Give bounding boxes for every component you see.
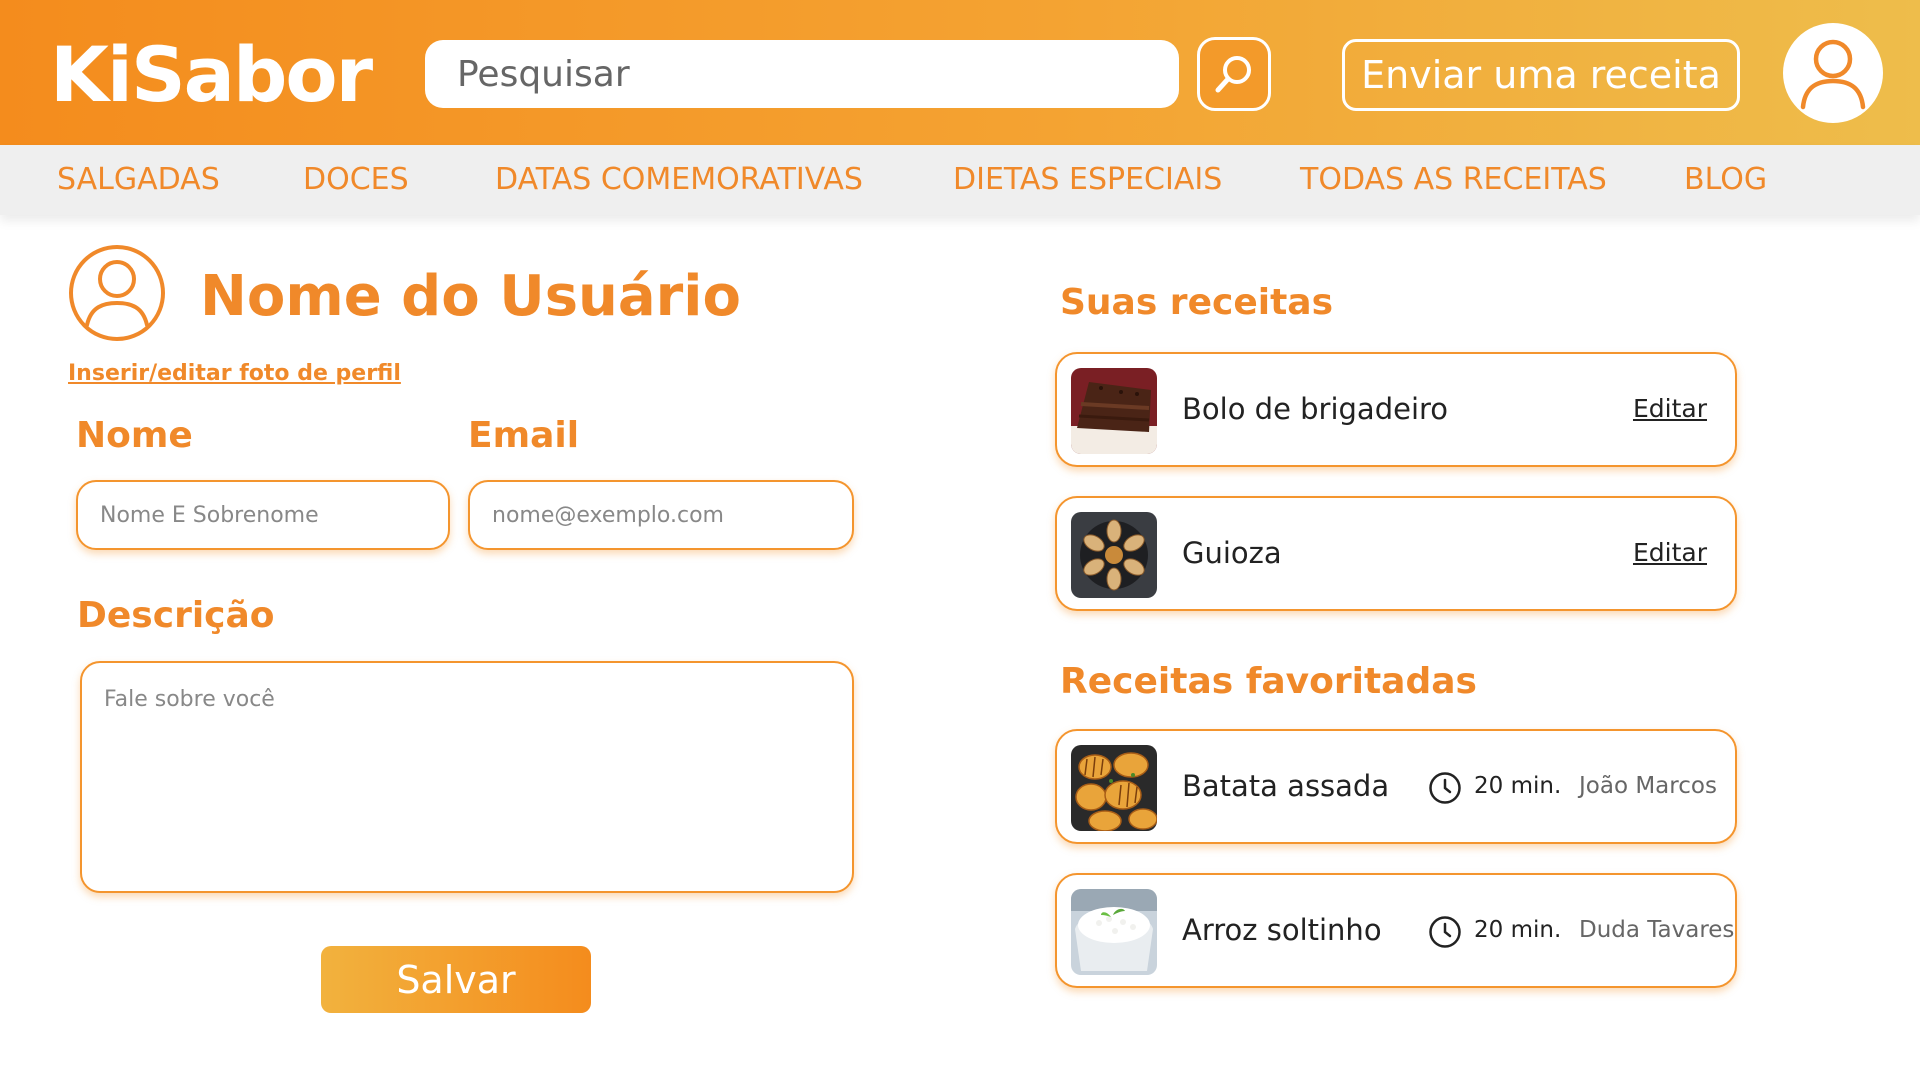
recipe-thumbnail [1071, 745, 1157, 831]
clock-icon [1429, 916, 1461, 948]
recipe-name: Batata assada [1182, 769, 1390, 803]
search-icon [1215, 56, 1251, 93]
my-recipes-title: Suas receitas [1060, 282, 1334, 323]
account-avatar-button[interactable] [1783, 23, 1883, 123]
send-recipe-button[interactable]: Enviar uma receita [1342, 39, 1740, 111]
edit-recipe-link[interactable]: Editar [1633, 354, 1707, 464]
nav-item-blog[interactable]: BLOG [1684, 145, 1767, 215]
category-nav: SALGADAS DOCES DATAS COMEMORATIVAS DIETA… [0, 145, 1920, 215]
profile-avatar-icon [69, 245, 165, 341]
name-field[interactable] [76, 480, 450, 550]
recipe-card[interactable]: Bolo de brigadeiro Editar [1055, 352, 1737, 467]
description-label: Descrição [77, 595, 275, 636]
prep-time: 20 min. [1474, 917, 1562, 943]
favorite-card[interactable]: Batata assada 20 min. João Marcos [1055, 729, 1737, 844]
email-field[interactable] [468, 480, 854, 550]
recipe-author[interactable]: Duda Tavares [1579, 875, 1734, 985]
favorite-card[interactable]: Arroz soltinho 20 min. Duda Tavares [1055, 873, 1737, 988]
name-label: Nome [76, 415, 193, 456]
recipe-card[interactable]: Guioza Editar [1055, 496, 1737, 611]
kisabor-logo[interactable]: KiSabor [50, 30, 373, 120]
header-bar: KiSabor Enviar uma receita [0, 0, 1920, 145]
user-name-heading: Nome do Usuário [200, 264, 741, 329]
email-label: Email [468, 415, 580, 456]
description-field[interactable] [80, 661, 854, 893]
save-button[interactable]: Salvar [321, 946, 591, 1013]
nav-item-todas-as-receitas[interactable]: TODAS AS RECEITAS [1300, 145, 1607, 215]
clock-icon [1429, 772, 1461, 804]
recipe-name: Arroz soltinho [1182, 913, 1382, 947]
nav-item-doces[interactable]: DOCES [303, 145, 409, 215]
edit-photo-link[interactable]: Inserir/editar foto de perfil [68, 361, 401, 386]
recipe-name: Bolo de brigadeiro [1182, 392, 1449, 426]
recipe-thumbnail [1071, 512, 1157, 598]
nav-item-salgadas[interactable]: SALGADAS [57, 145, 220, 215]
recipe-author[interactable]: João Marcos [1579, 731, 1717, 841]
prep-time: 20 min. [1474, 773, 1562, 799]
edit-recipe-link[interactable]: Editar [1633, 498, 1707, 608]
recipe-name: Guioza [1182, 536, 1282, 570]
recipe-thumbnail [1071, 889, 1157, 975]
search-button[interactable] [1197, 37, 1271, 111]
recipe-thumbnail [1071, 368, 1157, 454]
user-icon [1800, 39, 1866, 110]
favorites-title: Receitas favoritadas [1060, 661, 1477, 702]
search-input[interactable] [425, 40, 1179, 108]
nav-item-datas-comemorativas[interactable]: DATAS COMEMORATIVAS [495, 145, 863, 215]
nav-item-dietas-especiais[interactable]: DIETAS ESPECIAIS [953, 145, 1222, 215]
